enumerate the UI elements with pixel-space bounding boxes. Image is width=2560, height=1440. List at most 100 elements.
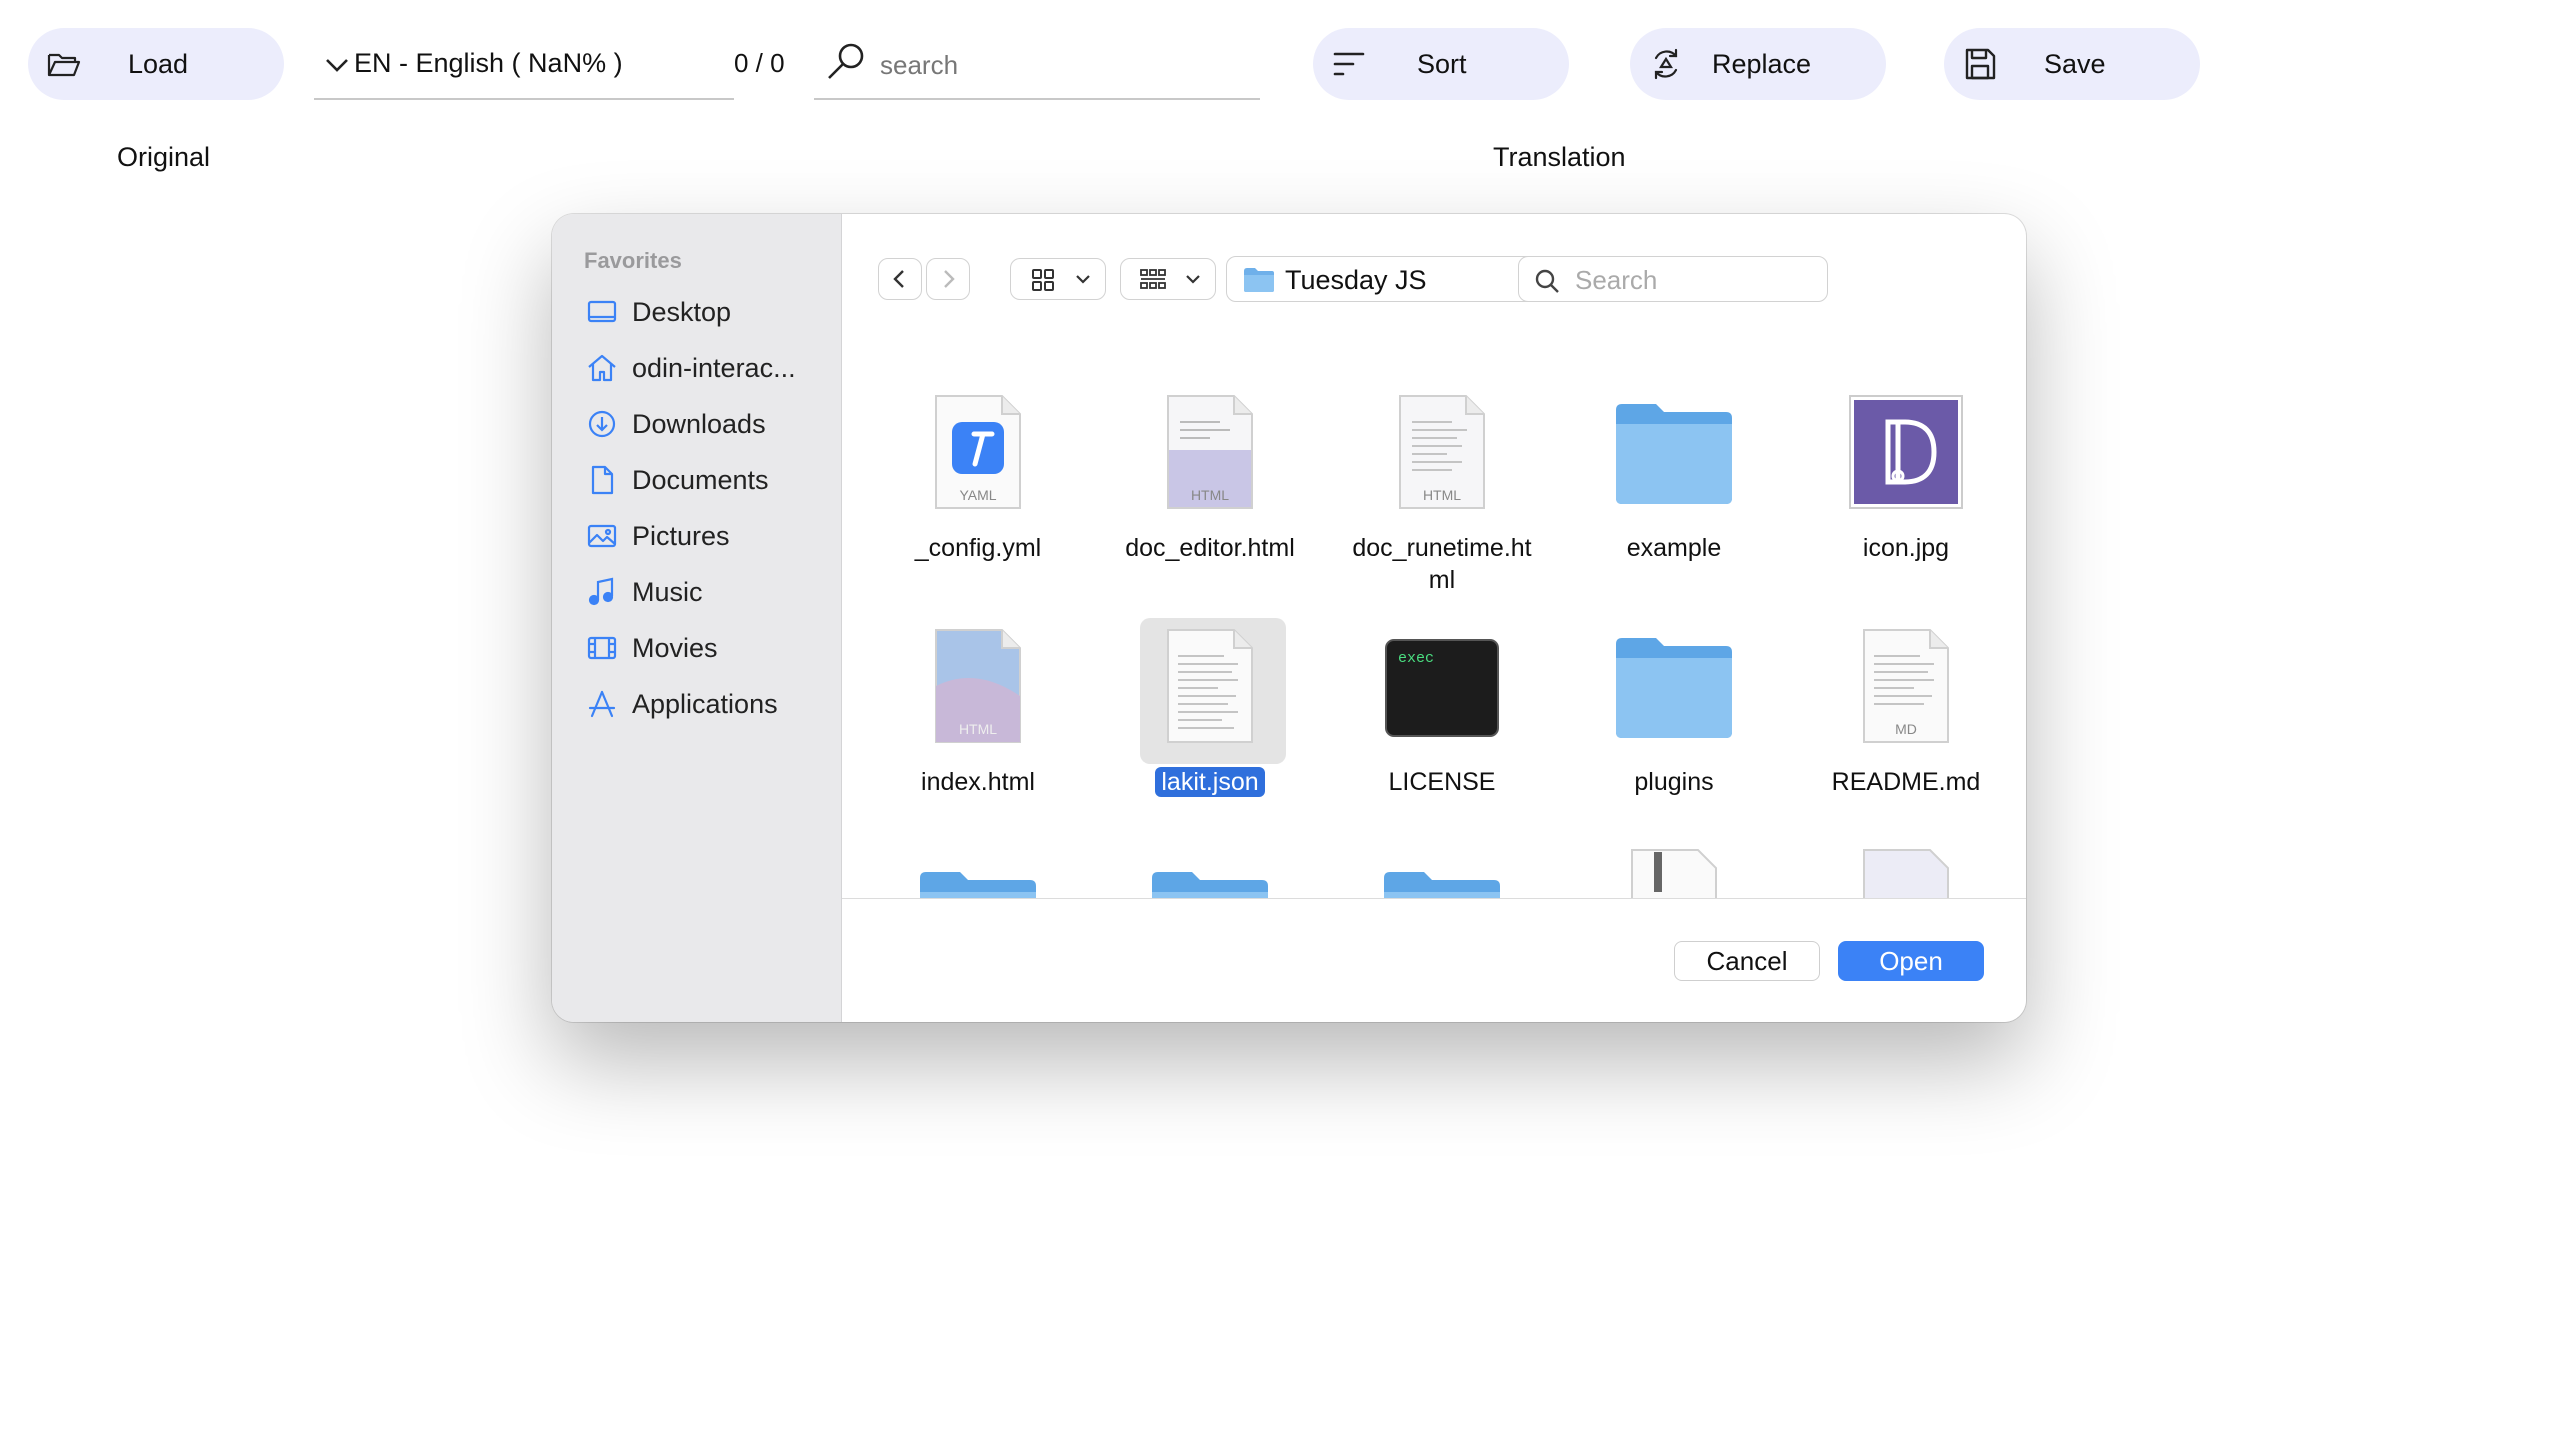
dialog-search-input[interactable] [1573,265,1817,295]
back-button[interactable] [878,258,922,300]
file-item[interactable]: YAML _config.yml [878,392,1078,592]
file-item[interactable]: HTML doc_editor.html [1110,392,1310,592]
yaml-file-icon: YAML [935,395,1021,509]
desktop-icon [587,300,617,323]
search-icon [1535,269,1559,293]
sidebar-item-label: Music [632,576,703,607]
file-name: doc_editor.html [1125,534,1295,562]
file-open-dialog: Favorites Desktop odin-interac... Downlo… [552,214,2026,1022]
zip-file-icon [1631,849,1717,898]
language-label: EN - English ( NaN% ) [354,47,623,78]
folder-open-icon [47,53,81,77]
replace-button[interactable]: Replace [1630,28,1886,100]
file-item[interactable]: HTML doc_runetime.html [1342,392,1542,594]
forward-button[interactable] [926,258,970,300]
search-input[interactable] [878,46,1252,84]
markdown-file-icon: MD [1863,629,1949,743]
favorites-header: Favorites [584,248,682,273]
html-file-icon: HTML [1399,395,1485,509]
folder-icon [920,872,1036,898]
file-name: example [1626,534,1722,562]
sidebar-item-applications[interactable]: Applications [586,682,826,726]
save-label: Save [2044,48,2106,79]
save-icon [1965,48,1996,80]
sidebar-item-movies[interactable]: Movies [586,626,826,670]
html-file-icon: HTML [935,629,1021,743]
sort-label: Sort [1417,48,1467,79]
svg-text:MD: MD [1895,721,1917,737]
file-grid: YAML _config.yml HTML doc_editor.html HT… [842,342,2026,898]
file-item[interactable]: icon.jpg [1806,392,2006,592]
sidebar-item-label: Desktop [632,296,732,327]
translation-column-header: Translation [1493,142,1626,172]
applications-icon [588,690,616,718]
sidebar-item-label: Documents [632,464,769,495]
group-view-toggle[interactable] [1120,258,1216,300]
sidebar-item-label: Movies [632,632,718,663]
dialog-search-box[interactable] [1518,256,1828,302]
html-file-icon: HTML [1167,395,1253,509]
document-file-icon [1167,629,1253,743]
pictures-icon [587,524,617,548]
home-icon [588,354,616,382]
grid-view-icon [1032,269,1054,291]
sidebar-item-pictures[interactable]: Pictures [586,514,826,558]
file-name: index.html [921,768,1035,796]
file-name: plugins [1634,768,1714,796]
location-label: Tuesday JS [1285,265,1427,295]
open-button[interactable]: Open [1838,941,1984,981]
downloads-icon [588,410,616,438]
folder-item[interactable]: plugins [1574,626,1774,826]
file-item-selected[interactable]: lakit.json [1110,618,1310,826]
group-icon [1140,269,1166,289]
sort-button[interactable]: Sort [1313,28,1569,100]
svg-text:exec: exec [1398,650,1434,667]
chevron-down-icon [1186,275,1200,284]
file-name: icon.jpg [1862,534,1950,562]
search-box[interactable] [814,28,1260,100]
search-icon [828,43,864,79]
svg-text:HTML: HTML [959,721,997,737]
file-name: lakit.json [1110,766,1310,798]
file-name: doc_runetime.html [1352,534,1532,594]
exec-file-icon: exec [1385,639,1499,737]
sidebar-item-music[interactable]: Music [586,570,826,614]
chevron-left-icon [893,270,904,288]
file-name: README.md [1831,768,1981,796]
file-item[interactable]: exec LICENSE [1342,626,1542,826]
dialog-footer: Cancel Open [842,898,2026,1022]
document-icon [591,465,614,495]
chevron-down-icon [1076,275,1090,284]
folder-icon [1244,268,1274,292]
dialog-toolbar: Tuesday JS [842,214,2026,343]
sidebar-item-documents[interactable]: Documents [586,458,826,502]
load-label: Load [128,48,189,79]
load-button[interactable]: Load [28,28,284,100]
file-item[interactable]: HTML index.html [878,626,1078,826]
dialog-sidebar: Favorites Desktop odin-interac... Downlo… [552,214,842,1022]
match-counter: 0 / 0 [734,48,785,78]
folder-icon [1616,638,1732,738]
document-file-icon [1863,849,1949,898]
original-column-header: Original [117,142,211,172]
chevron-down-icon [326,59,348,72]
movies-icon [587,636,617,660]
sidebar-item-downloads[interactable]: Downloads [586,402,826,446]
svg-text:HTML: HTML [1191,487,1229,503]
cancel-button[interactable]: Cancel [1674,941,1820,981]
dialog-main: Tuesday JS YAML _config.yml [842,214,2026,1022]
image-file-icon [1849,395,1963,509]
replace-label: Replace [1712,48,1812,79]
file-name: LICENSE [1388,768,1496,796]
icon-view-toggle[interactable] [1010,258,1106,300]
sidebar-item-label: Downloads [632,408,766,439]
language-select[interactable]: EN - English ( NaN% ) [314,28,734,100]
sidebar-item-desktop[interactable]: Desktop [586,290,826,334]
sidebar-item-home[interactable]: odin-interac... [586,346,826,390]
file-name: _config.yml [914,534,1042,562]
save-button[interactable]: Save [1944,28,2200,100]
folder-item[interactable]: example [1574,392,1774,592]
folder-icon [1152,872,1268,898]
file-item[interactable]: MD README.md [1806,626,2006,826]
folder-icon [1616,404,1732,504]
